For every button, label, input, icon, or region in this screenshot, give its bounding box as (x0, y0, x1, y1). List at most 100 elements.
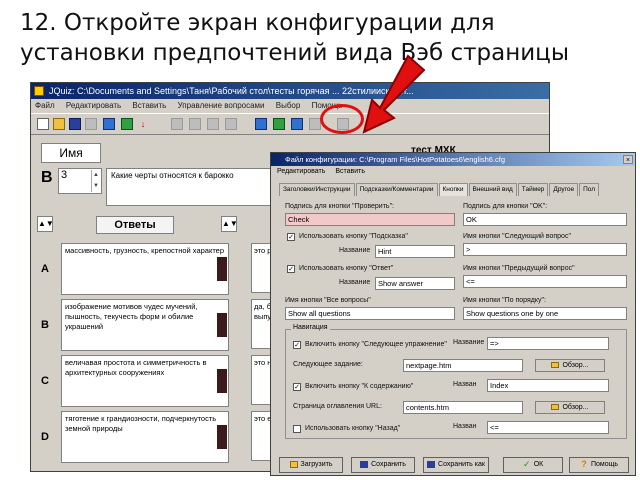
contents-name-field[interactable]: Index (487, 379, 609, 392)
new-file-icon[interactable] (37, 118, 49, 130)
undo-icon[interactable] (171, 118, 183, 130)
toolbar: ↓ ? (31, 113, 549, 135)
ok-caption-field[interactable]: OK (463, 213, 627, 226)
answer-letter-d: D (41, 431, 49, 443)
checkmark-icon: ✓ (522, 458, 531, 469)
answer-c-text[interactable]: величавая простота и симметричность в ар… (61, 355, 229, 407)
check-caption-field[interactable]: Check (285, 213, 455, 226)
contents-name-label: Назван (453, 381, 477, 388)
all-questions-field[interactable]: Show all questions (285, 307, 455, 320)
paste-icon[interactable] (225, 118, 237, 130)
hint-checkbox-label: Использовать кнопку "Подсказка" (299, 233, 408, 240)
open-icon (289, 460, 298, 468)
menubar: Файл Редактировать Вставить Управление в… (31, 99, 549, 113)
browse-next-button[interactable]: Обзор... (535, 359, 605, 372)
scroll-answers-icon[interactable]: ▲▼ (37, 216, 54, 232)
next-exercise-name-field[interactable]: => (487, 337, 609, 350)
menu-select[interactable]: Выбор (276, 101, 301, 110)
next-question-label: Имя кнопки "Следующий вопрос" (463, 233, 571, 240)
check-caption-label: Подпись для кнопки "Проверить": (285, 203, 395, 210)
next-exercise-checkbox-label: Включить кнопку "Следующее упражнение" (305, 341, 447, 348)
check-icon[interactable] (121, 118, 133, 130)
contents-checkbox-label: Включить кнопку "К содержанию" (305, 383, 414, 390)
load-button[interactable]: Загрузить (279, 457, 343, 473)
scroll-answers-right-icon[interactable]: ▲▼ (221, 216, 238, 232)
browse-next-label: Обзор... (562, 362, 589, 369)
back-checkbox[interactable] (293, 425, 301, 433)
name-label: Имя (41, 143, 101, 163)
hint-checkbox[interactable]: ✓ (287, 233, 295, 241)
answer-d-marker (217, 425, 227, 449)
config-menu-insert[interactable]: Вставить (335, 168, 365, 175)
hint-name-label: Название (339, 247, 371, 254)
help-label: Помощь (590, 461, 619, 468)
ok-caption-label: Подпись для кнопки "OK": (463, 203, 548, 210)
help-button[interactable]: ? Помощь (569, 457, 629, 473)
menu-insert[interactable]: Вставить (132, 101, 166, 110)
answer-d-text[interactable]: тяготение к грандиозности, подчеркнутост… (61, 411, 229, 463)
tab-titles[interactable]: Заголовки/Инструкции (279, 183, 355, 196)
web-page-icon[interactable] (103, 118, 115, 130)
copy-icon[interactable] (207, 118, 219, 130)
answer-letter-c: C (41, 375, 49, 387)
prev-question-field[interactable]: <= (463, 275, 627, 288)
show-answer-name-field[interactable]: Show answer (375, 277, 455, 290)
config-titlebar: Файл конфигурации: C:\Program Files\HotP… (271, 153, 635, 166)
config-dialog: Файл конфигурации: C:\Program Files\HotP… (270, 152, 636, 476)
folder-icon (551, 404, 560, 411)
answer-c-marker (217, 369, 227, 393)
show-answer-checkbox-label: Использовать кнопку "Ответ" (299, 265, 394, 272)
show-answer-checkbox[interactable]: ✓ (287, 265, 295, 273)
red-arrow-icon (362, 54, 426, 134)
config-menubar: Редактировать Вставить (271, 166, 635, 177)
browse-contents-label: Обзор... (562, 404, 589, 411)
browse-contents-button[interactable]: Обзор... (535, 401, 605, 414)
stop-icon[interactable]: ↓ (137, 118, 149, 130)
ok-button[interactable]: ✓ ОК (503, 457, 563, 473)
question-number-spinner[interactable]: ▲ ▼ (91, 170, 100, 192)
question-mark-icon: ? (581, 458, 587, 469)
menu-file[interactable]: Файл (35, 101, 55, 110)
tab-more[interactable]: Пол (579, 183, 600, 196)
answer-a-marker (217, 257, 227, 281)
ok-label: ОК (533, 461, 544, 468)
jquiz-titlebar: JQuiz: C:\Documents and Settings\Таня\Ра… (31, 83, 549, 99)
tab-buttons[interactable]: Кнопки (438, 183, 468, 196)
back-name-field[interactable]: <= (487, 421, 609, 434)
tab-hints[interactable]: Подсказки/Комментарии (355, 183, 438, 196)
folder-icon (551, 362, 560, 369)
save-label: Сохранить (371, 461, 406, 468)
insert-picture-icon[interactable] (273, 118, 285, 130)
contents-checkbox[interactable]: ✓ (293, 383, 301, 391)
save-button[interactable]: Сохранить (351, 457, 415, 473)
answer-b-text[interactable]: изображение мотивов чудес мучений, пышно… (61, 299, 229, 351)
menu-questions[interactable]: Управление вопросами (178, 101, 265, 110)
all-questions-label: Имя кнопки "Все вопросы" (285, 297, 371, 304)
print-icon[interactable] (85, 118, 97, 130)
cut-icon[interactable] (189, 118, 201, 130)
tab-other[interactable]: Другое (549, 183, 579, 196)
contents-url-field[interactable]: contents.htm (403, 401, 523, 414)
close-icon[interactable]: × (623, 155, 633, 164)
save-as-button[interactable]: Сохранить как (423, 457, 489, 473)
menu-edit[interactable]: Редактировать (66, 101, 121, 110)
answer-letter-b: B (41, 319, 49, 331)
answer-a-text[interactable]: массивность, грузность, крепостной харак… (61, 243, 229, 295)
disk-icon (360, 460, 369, 468)
next-question-field[interactable]: > (463, 243, 627, 256)
open-folder-icon[interactable] (53, 118, 65, 130)
add-question-icon[interactable] (255, 118, 267, 130)
disk-icon (427, 460, 436, 468)
config-menu-edit[interactable]: Редактировать (277, 168, 325, 175)
question-number: 3 (61, 169, 68, 181)
question-number-field[interactable]: 3 ▲ ▼ (58, 168, 102, 194)
one-by-one-field[interactable]: Show questions one by one (463, 307, 627, 320)
tab-timer[interactable]: Таймер (517, 183, 549, 196)
tab-appearance[interactable]: Внешний вид (468, 183, 517, 196)
next-exercise-page-field[interactable]: nextpage.htm (403, 359, 523, 372)
save-icon[interactable] (69, 118, 81, 130)
insert-link-icon[interactable] (291, 118, 303, 130)
prev-question-label: Имя кнопки "Предыдущий вопрос" (463, 265, 575, 272)
next-exercise-checkbox[interactable]: ✓ (293, 341, 301, 349)
hint-name-field[interactable]: Hint (375, 245, 455, 258)
